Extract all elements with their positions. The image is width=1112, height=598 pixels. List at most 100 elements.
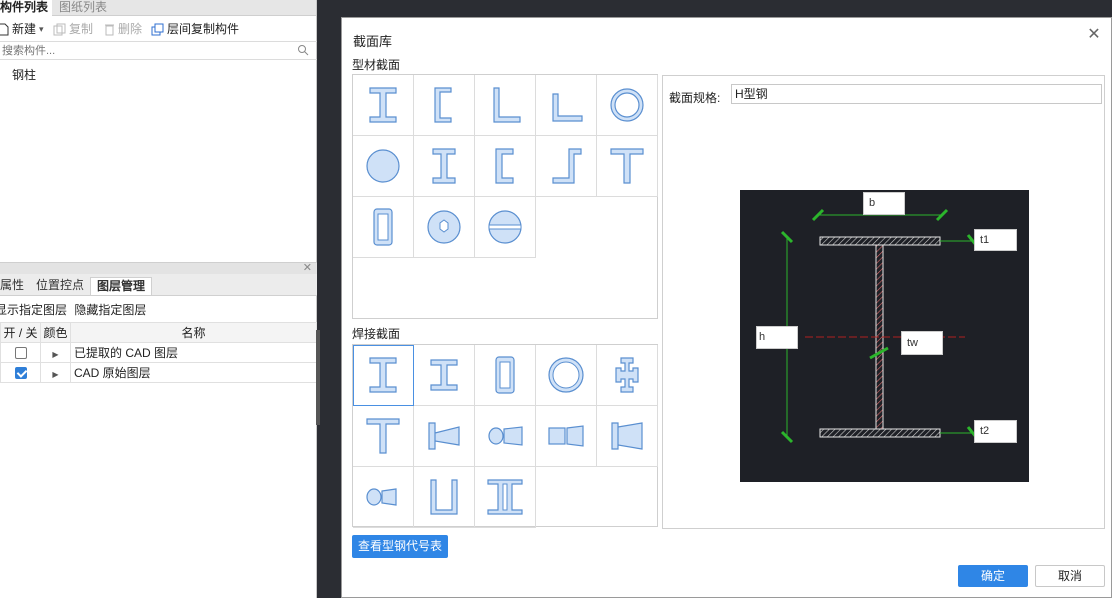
- left-top-tabbar: 构件列表 图纸列表: [0, 0, 316, 16]
- show-layers-link[interactable]: 显示指定图层: [0, 303, 67, 317]
- welded-section-grid: [352, 344, 658, 528]
- view-code-table-button[interactable]: 查看型钢代号表: [352, 535, 448, 558]
- copy-button[interactable]: 复制: [53, 21, 93, 37]
- welded-cell-tapered-round[interactable]: [475, 406, 536, 467]
- layer-copy-icon: [151, 23, 164, 35]
- cross-section-icon: [615, 357, 639, 393]
- trash-icon: [105, 24, 114, 35]
- col-color: 颜色: [40, 322, 71, 343]
- hide-layers-link[interactable]: 隐藏指定图层: [74, 303, 146, 317]
- profile-section-grid: [352, 74, 658, 319]
- tab-drawing-list[interactable]: 图纸列表: [55, 0, 111, 16]
- welded-cell-welded-double-I[interactable]: [475, 467, 536, 528]
- copy-label: 复制: [69, 22, 94, 36]
- profile-cell-I-beam[interactable]: [353, 75, 414, 136]
- profile-cell-hex-pipe[interactable]: [414, 197, 475, 258]
- dialog-title: 截面库: [353, 34, 393, 49]
- profile-cell-split-round[interactable]: [475, 197, 536, 258]
- tab-position-points[interactable]: 位置控点: [30, 277, 90, 295]
- profile-cell-solid-round[interactable]: [353, 136, 414, 197]
- welded-U-icon: [430, 479, 458, 515]
- I-beam-icon: [369, 87, 397, 123]
- tab-component-list[interactable]: 构件列表: [0, 0, 53, 16]
- bottom-tabbar: 属性 位置控点 图层管理: [0, 274, 317, 296]
- tab-layer-management[interactable]: 图层管理: [90, 277, 153, 295]
- profile-cell-I-beam-narrow[interactable]: [414, 136, 475, 197]
- layer-name: 已提取的 CAD 图层: [70, 342, 317, 363]
- tab-properties[interactable]: 属性: [0, 277, 30, 295]
- channel-C-2-icon: [495, 148, 514, 184]
- dim-tw-field[interactable]: tw: [901, 331, 943, 355]
- layer-checkbox[interactable]: [14, 347, 27, 360]
- welded-cell-tapered-round-2[interactable]: [353, 467, 414, 528]
- welded-cell-tapered-I[interactable]: [414, 406, 475, 467]
- angle-L-icon: [493, 87, 521, 123]
- welded-I-2-icon: [430, 359, 458, 391]
- profile-cell-unequal-angle[interactable]: [536, 75, 597, 136]
- delete-button[interactable]: 删除: [104, 21, 142, 37]
- layer-actions: 显示指定图层 隐藏指定图层: [0, 301, 146, 318]
- col-name: 名称: [70, 322, 317, 343]
- new-button[interactable]: 新建 ▾: [0, 21, 44, 37]
- profile-cell-T-section[interactable]: [597, 136, 658, 197]
- solid-round-icon: [366, 149, 400, 183]
- profile-cell-channel-C-2[interactable]: [475, 136, 536, 197]
- welded-cell-welded-I-2[interactable]: [414, 345, 475, 406]
- welded-T-icon: [366, 418, 400, 454]
- table-row[interactable]: ▶ CAD 原始图层: [0, 362, 317, 383]
- cancel-button[interactable]: 取消: [1035, 565, 1105, 587]
- tree-item-steel-column[interactable]: 钢柱: [12, 66, 36, 83]
- welded-cell-tapered-rect[interactable]: [597, 406, 658, 467]
- T-section-icon: [610, 148, 644, 184]
- tapered-round-icon: [488, 426, 523, 446]
- section-library-dialog: 截面库 ✕ 型材截面 焊接截面 查看型钢代号表 截面规格: H型钢 b t1 h…: [341, 17, 1112, 598]
- expand-caret-icon[interactable]: ▶: [52, 370, 58, 379]
- tapered-round-2-icon: [366, 488, 397, 506]
- profile-cell-channel-C[interactable]: [414, 75, 475, 136]
- welded-box-icon: [495, 356, 515, 394]
- layer-copy-label: 层间复制构件: [167, 22, 240, 36]
- welded-cell-cross-section[interactable]: [597, 345, 658, 406]
- ok-button[interactable]: 确定: [958, 565, 1028, 587]
- layer-checkbox[interactable]: [14, 367, 27, 380]
- welded-round-tube-icon: [548, 357, 584, 393]
- expand-caret-icon[interactable]: ▶: [52, 350, 58, 359]
- layer-table: 开 / 关 颜色 名称 ▶ 已提取的 CAD 图层 ▶ CAD 原始图层: [0, 322, 317, 383]
- dim-h-field[interactable]: h: [756, 326, 798, 349]
- left-scrollbar[interactable]: [316, 330, 320, 425]
- I-beam-narrow-icon: [432, 148, 456, 184]
- search-input[interactable]: [0, 42, 290, 59]
- close-icon[interactable]: ✕: [303, 261, 312, 274]
- dim-t1-field[interactable]: t1: [974, 229, 1017, 251]
- welded-cell-welded-box[interactable]: [475, 345, 536, 406]
- spec-field[interactable]: H型钢: [731, 84, 1102, 104]
- new-dropdown-icon[interactable]: ▾: [39, 21, 44, 37]
- welded-cell-tapered-box[interactable]: [536, 406, 597, 467]
- hex-pipe-icon: [427, 210, 461, 244]
- dim-b-field[interactable]: b: [863, 192, 905, 215]
- dim-t2-field[interactable]: t2: [974, 420, 1017, 443]
- split-round-icon: [488, 210, 522, 244]
- welded-cell-welded-U[interactable]: [414, 467, 475, 528]
- welded-cell-welded-round-tube[interactable]: [536, 345, 597, 406]
- profile-cell-rect-tube[interactable]: [353, 197, 414, 258]
- unequal-angle-icon: [552, 93, 583, 122]
- profile-cell-angle-L[interactable]: [475, 75, 536, 136]
- table-row[interactable]: ▶ 已提取的 CAD 图层: [0, 342, 317, 363]
- panel-splitter[interactable]: ✕: [0, 262, 317, 274]
- col-on-off: 开 / 关: [0, 322, 41, 343]
- profile-cell-Z-section[interactable]: [536, 136, 597, 197]
- copy-icon: [53, 23, 66, 35]
- welded-cell-welded-I[interactable]: [353, 345, 414, 406]
- layer-copy-button[interactable]: 层间复制构件: [151, 21, 239, 37]
- close-icon[interactable]: ✕: [1087, 27, 1101, 43]
- section-preview-panel: 截面规格: H型钢 b t1 h tw t2: [662, 75, 1105, 529]
- layer-table-header: 开 / 关 颜色 名称: [0, 322, 317, 343]
- welded-double-I-icon: [487, 479, 523, 515]
- tapered-I-icon: [428, 422, 460, 450]
- profile-cell-round-tube[interactable]: [597, 75, 658, 136]
- welded-cell-welded-T[interactable]: [353, 406, 414, 467]
- left-pane: 构件列表 图纸列表 新建 ▾ 复制 删除 层间复制构件 钢柱 ✕ 属性 位置控点: [0, 0, 317, 598]
- profile-section-label: 型材截面: [352, 58, 401, 72]
- search-icon[interactable]: [297, 44, 309, 56]
